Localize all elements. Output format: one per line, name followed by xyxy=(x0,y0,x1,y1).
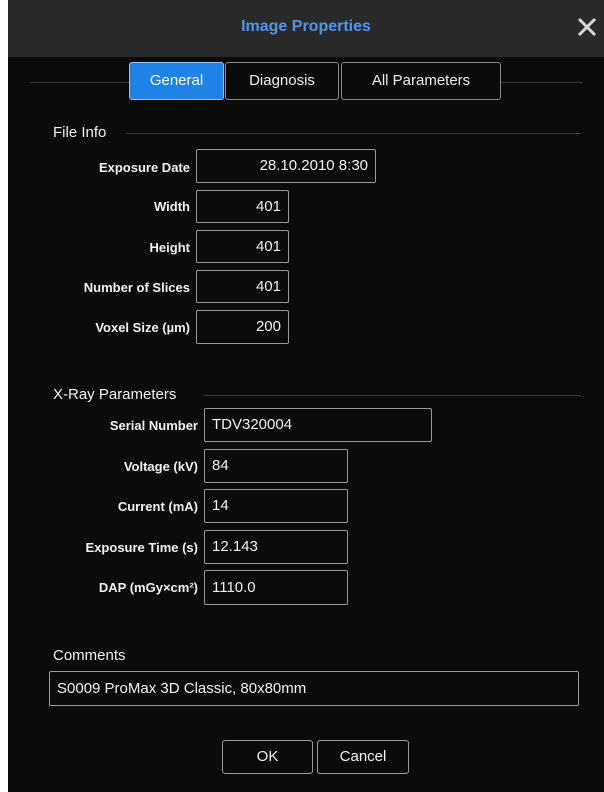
ok-button[interactable]: OK xyxy=(222,740,313,774)
height-label: Height xyxy=(149,240,190,255)
current-label: Current (mA) xyxy=(117,499,198,514)
voltage-label: Voltage (kV) xyxy=(123,459,198,474)
height-field[interactable]: 401 xyxy=(196,230,289,263)
close-button[interactable] xyxy=(576,12,604,44)
tab-divider-left xyxy=(30,82,130,83)
width-label: Width xyxy=(154,199,190,214)
cancel-button[interactable]: Cancel xyxy=(317,740,409,774)
tab-all-parameters[interactable]: All Parameters xyxy=(341,62,501,100)
xray-parameters-heading: X-Ray Parameters xyxy=(53,386,177,403)
image-properties-dialog: Image Properties General Diagnosis All P… xyxy=(8,0,604,792)
xray-parameters-divider xyxy=(204,395,581,396)
current-field[interactable]: 14 xyxy=(204,489,348,523)
close-icon xyxy=(577,17,597,37)
file-info-divider xyxy=(126,133,581,134)
serial-number-label: Serial Number xyxy=(109,418,198,433)
voltage-field[interactable]: 84 xyxy=(204,449,348,483)
number-of-slices-label: Number of Slices xyxy=(83,280,190,295)
tab-divider-right xyxy=(501,82,583,83)
number-of-slices-field[interactable]: 401 xyxy=(196,270,289,303)
dap-field[interactable]: 1110.0 xyxy=(204,570,348,605)
exposure-time-label: Exposure Time (s) xyxy=(85,540,198,555)
width-field[interactable]: 401 xyxy=(196,190,289,223)
voxel-size-label: Voxel Size (µm) xyxy=(95,320,190,335)
comments-heading: Comments xyxy=(53,647,126,664)
serial-number-field[interactable]: TDV320004 xyxy=(204,408,432,442)
dap-label: DAP (mGy×cm²) xyxy=(98,580,198,595)
dialog-title: Image Properties xyxy=(241,18,371,35)
exposure-date-field[interactable]: 28.10.2010 8:30 xyxy=(196,149,376,183)
title-bar: Image Properties xyxy=(8,0,604,57)
file-info-heading: File Info xyxy=(53,124,107,141)
tab-general[interactable]: General xyxy=(129,62,224,100)
voxel-size-field[interactable]: 200 xyxy=(196,310,289,344)
comments-field[interactable]: S0009 ProMax 3D Classic, 80x80mm xyxy=(49,671,579,706)
exposure-date-label: Exposure Date xyxy=(98,160,190,175)
tab-diagnosis[interactable]: Diagnosis xyxy=(225,62,339,100)
exposure-time-field[interactable]: 12.143 xyxy=(204,530,348,564)
